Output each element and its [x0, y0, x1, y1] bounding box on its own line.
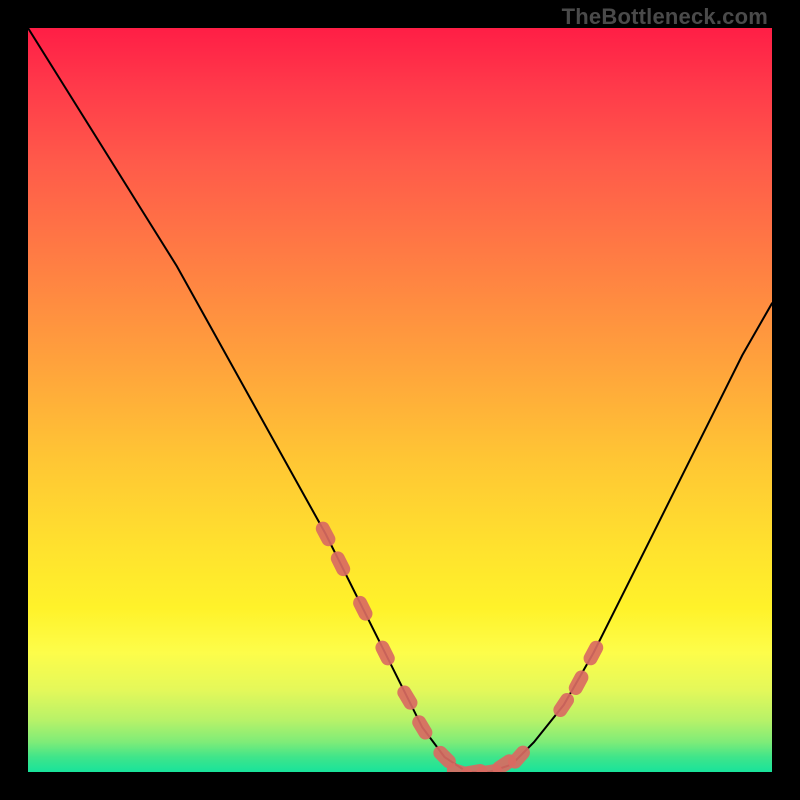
highlight-marker — [581, 638, 606, 668]
curve-path — [28, 28, 772, 772]
highlight-marker — [373, 638, 397, 668]
highlight-marker — [313, 519, 338, 549]
highlight-marker — [328, 549, 352, 579]
chart-frame: TheBottleneck.com — [0, 0, 800, 800]
bottleneck-curve — [28, 28, 772, 772]
plot-area — [28, 28, 772, 772]
highlight-marker — [395, 683, 420, 712]
highlight-marker — [351, 594, 375, 624]
highlight-markers — [313, 519, 605, 772]
chart-svg — [28, 28, 772, 772]
watermark-text: TheBottleneck.com — [562, 4, 768, 30]
